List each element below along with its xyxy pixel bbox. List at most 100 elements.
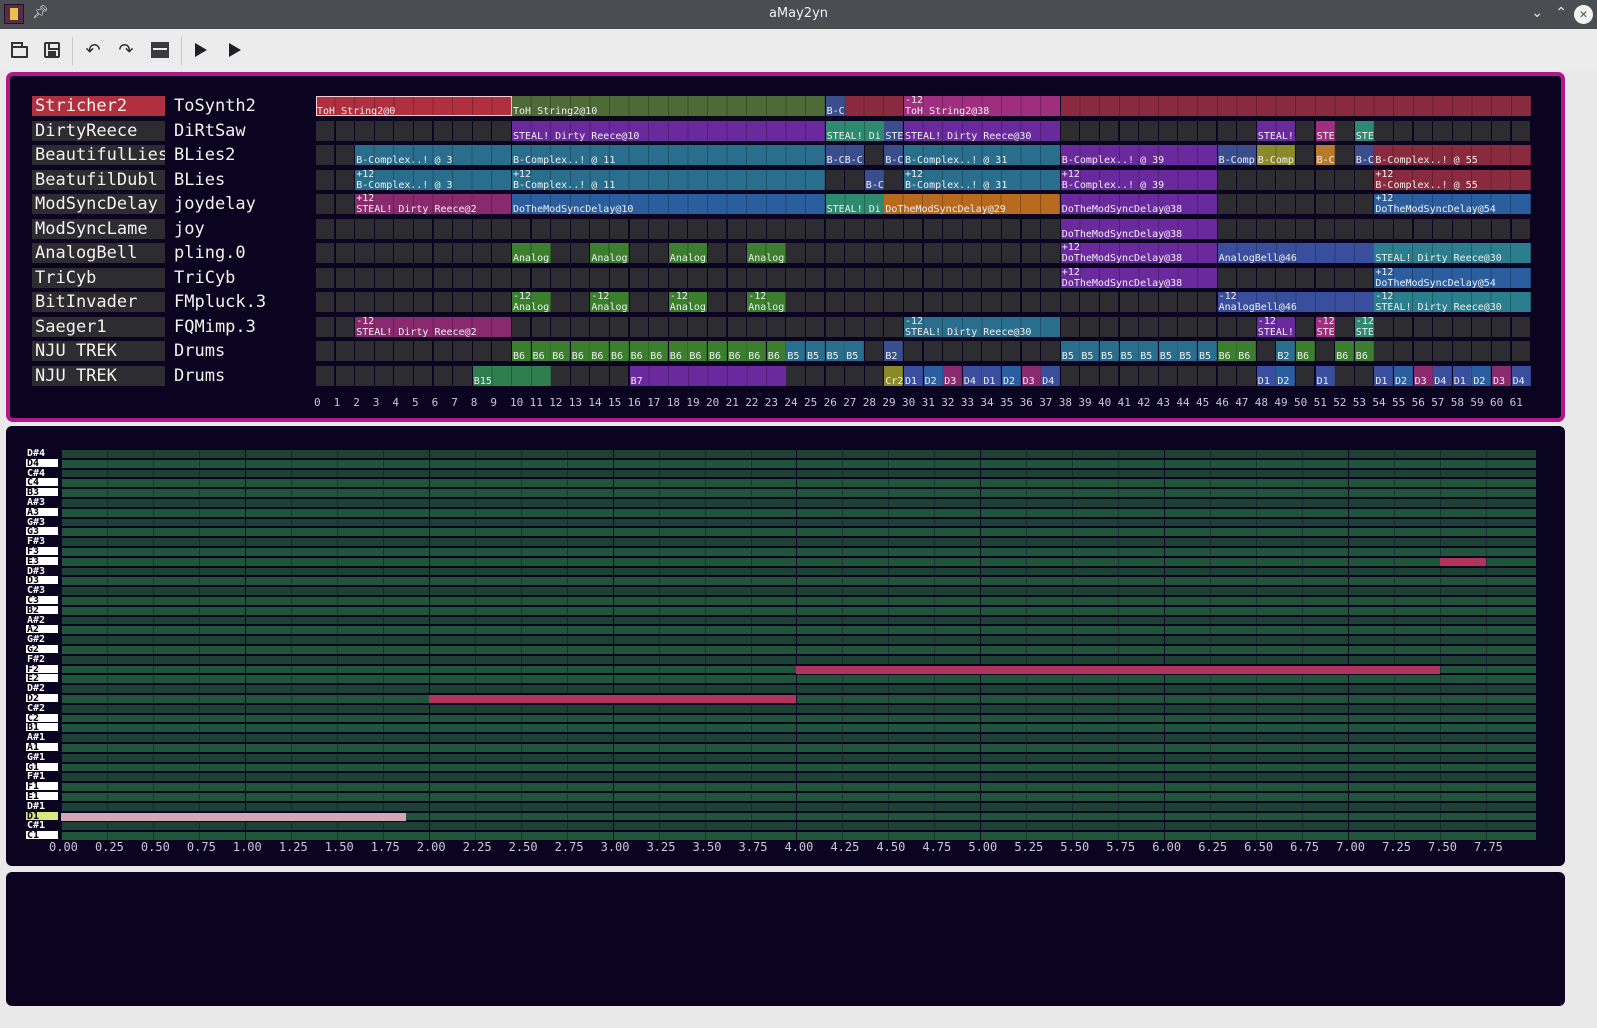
pattern-clip[interactable]: -12 Analog [512,292,551,312]
pattern-clip[interactable]: B6 [1217,341,1237,361]
grid-cell[interactable] [453,292,472,312]
grid-cell[interactable] [629,316,648,337]
grid-cell[interactable] [884,169,903,190]
grid-cell[interactable] [1335,194,1354,214]
piano-note[interactable] [61,812,406,821]
grid-cell[interactable] [610,316,629,337]
note-label[interactable]: E2 [26,674,58,684]
grid-cell[interactable] [884,267,903,288]
track-name[interactable]: Stricher2 [32,96,165,116]
note-label[interactable]: A3 [26,507,58,517]
grid-cell[interactable] [453,365,472,386]
grid-cell[interactable] [1158,316,1178,337]
grid-cell[interactable] [727,218,746,239]
grid-cell[interactable] [374,120,394,141]
grid-cell[interactable] [864,218,884,239]
note-label[interactable]: F#3 [26,537,58,547]
pattern-clip[interactable]: -12 STE [1354,316,1374,337]
note-row[interactable] [61,587,1536,595]
track-instrument[interactable]: ToSynth2 [174,96,314,116]
grid-cell[interactable] [1354,218,1374,239]
note-label[interactable]: F3 [26,547,58,557]
grid-cell[interactable] [1256,169,1276,190]
grid-cell[interactable] [1002,218,1021,239]
grid-cell[interactable] [904,292,923,312]
grid-cell[interactable] [1158,365,1178,386]
grid-cell[interactable] [335,120,354,141]
grid-cell[interactable] [786,292,805,312]
pattern-clip[interactable]: DoTheModSyncDelay@38 [1060,194,1218,214]
grid-cell[interactable] [1492,218,1511,239]
pattern-clip[interactable]: B2 [1276,341,1296,361]
pattern-clip[interactable]: -12 STEAL! Dirty Reece@30 [1374,292,1531,312]
grid-cell[interactable] [531,218,550,239]
grid-cell[interactable] [923,267,942,288]
grid-cell[interactable] [825,218,844,239]
grid-cell[interactable] [766,218,786,239]
grid-cell[interactable] [825,316,844,337]
grid-cell[interactable] [335,243,354,263]
grid-cell[interactable] [1335,169,1354,190]
grid-cell[interactable] [1002,292,1021,312]
pattern-clip[interactable]: -12 Analog [590,292,630,312]
grid-cell[interactable] [1178,365,1197,386]
grid-cell[interactable] [610,267,629,288]
pattern-clip[interactable]: B-Comp [1256,145,1296,165]
grid-cell[interactable] [1002,243,1021,263]
grid-cell[interactable] [1276,267,1295,288]
pattern-clip[interactable]: D3 [943,365,963,386]
pattern-clip[interactable]: B-Complex..! @ 55 [1374,145,1531,165]
grid-cell[interactable] [884,243,903,263]
grid-cell[interactable] [1256,267,1276,288]
pattern-clip[interactable]: ToH_String2@10 [512,96,826,116]
grid-cell[interactable] [1002,341,1021,361]
grid-cell[interactable] [1354,267,1374,288]
grid-cell[interactable] [512,218,531,239]
grid-cell[interactable] [433,365,452,386]
window-icon[interactable] [147,37,173,63]
note-row[interactable] [61,646,1536,654]
grid-cell[interactable] [316,341,335,361]
note-row[interactable] [61,597,1536,605]
grid-cell[interactable] [649,316,668,337]
grid-cell[interactable] [1511,341,1530,361]
grid-cell[interactable] [335,365,354,386]
pattern-clip[interactable]: B5 [1158,341,1178,361]
grid-cell[interactable] [982,218,1001,239]
grid-cell[interactable] [1217,316,1236,337]
note-label[interactable]: B3 [26,488,58,498]
grid-cell[interactable] [453,243,472,263]
grid-cell[interactable] [1060,120,1080,141]
grid-cell[interactable] [433,218,452,239]
note-label[interactable]: D#2 [26,684,58,694]
note-row[interactable] [61,479,1536,488]
grid-cell[interactable] [708,267,727,288]
pattern-clip[interactable]: STEAL! Di [825,120,884,141]
pattern-clip[interactable]: B5 [1060,341,1080,361]
grid-cell[interactable] [727,243,746,263]
play-icon[interactable] [188,37,214,63]
note-label[interactable]: G#1 [26,752,58,762]
note-row[interactable] [61,685,1536,693]
grid-cell[interactable] [512,267,531,288]
track-name[interactable]: DirtyReece [32,120,165,141]
grid-cell[interactable] [414,120,433,141]
grid-cell[interactable] [1217,120,1236,141]
pattern-clip[interactable]: D1 [1315,365,1335,386]
grid-cell[interactable] [1119,120,1138,141]
grid-cell[interactable] [688,267,707,288]
grid-cell[interactable] [1335,267,1354,288]
note-label[interactable]: A#3 [26,498,58,508]
grid-cell[interactable] [923,341,942,361]
grid-cell[interactable] [727,292,746,312]
grid-cell[interactable] [943,218,962,239]
note-row[interactable] [61,675,1536,684]
grid-cell[interactable] [492,218,511,239]
track-instrument[interactable]: joydelay [174,194,314,214]
pattern-clip[interactable]: +12 DoTheModSyncDelay@38 [1060,267,1218,288]
note-row[interactable] [61,753,1536,762]
pattern-clip[interactable]: STE [884,120,904,141]
grid-cell[interactable] [433,292,452,312]
grid-cell[interactable] [472,218,492,239]
grid-cell[interactable] [590,316,609,337]
